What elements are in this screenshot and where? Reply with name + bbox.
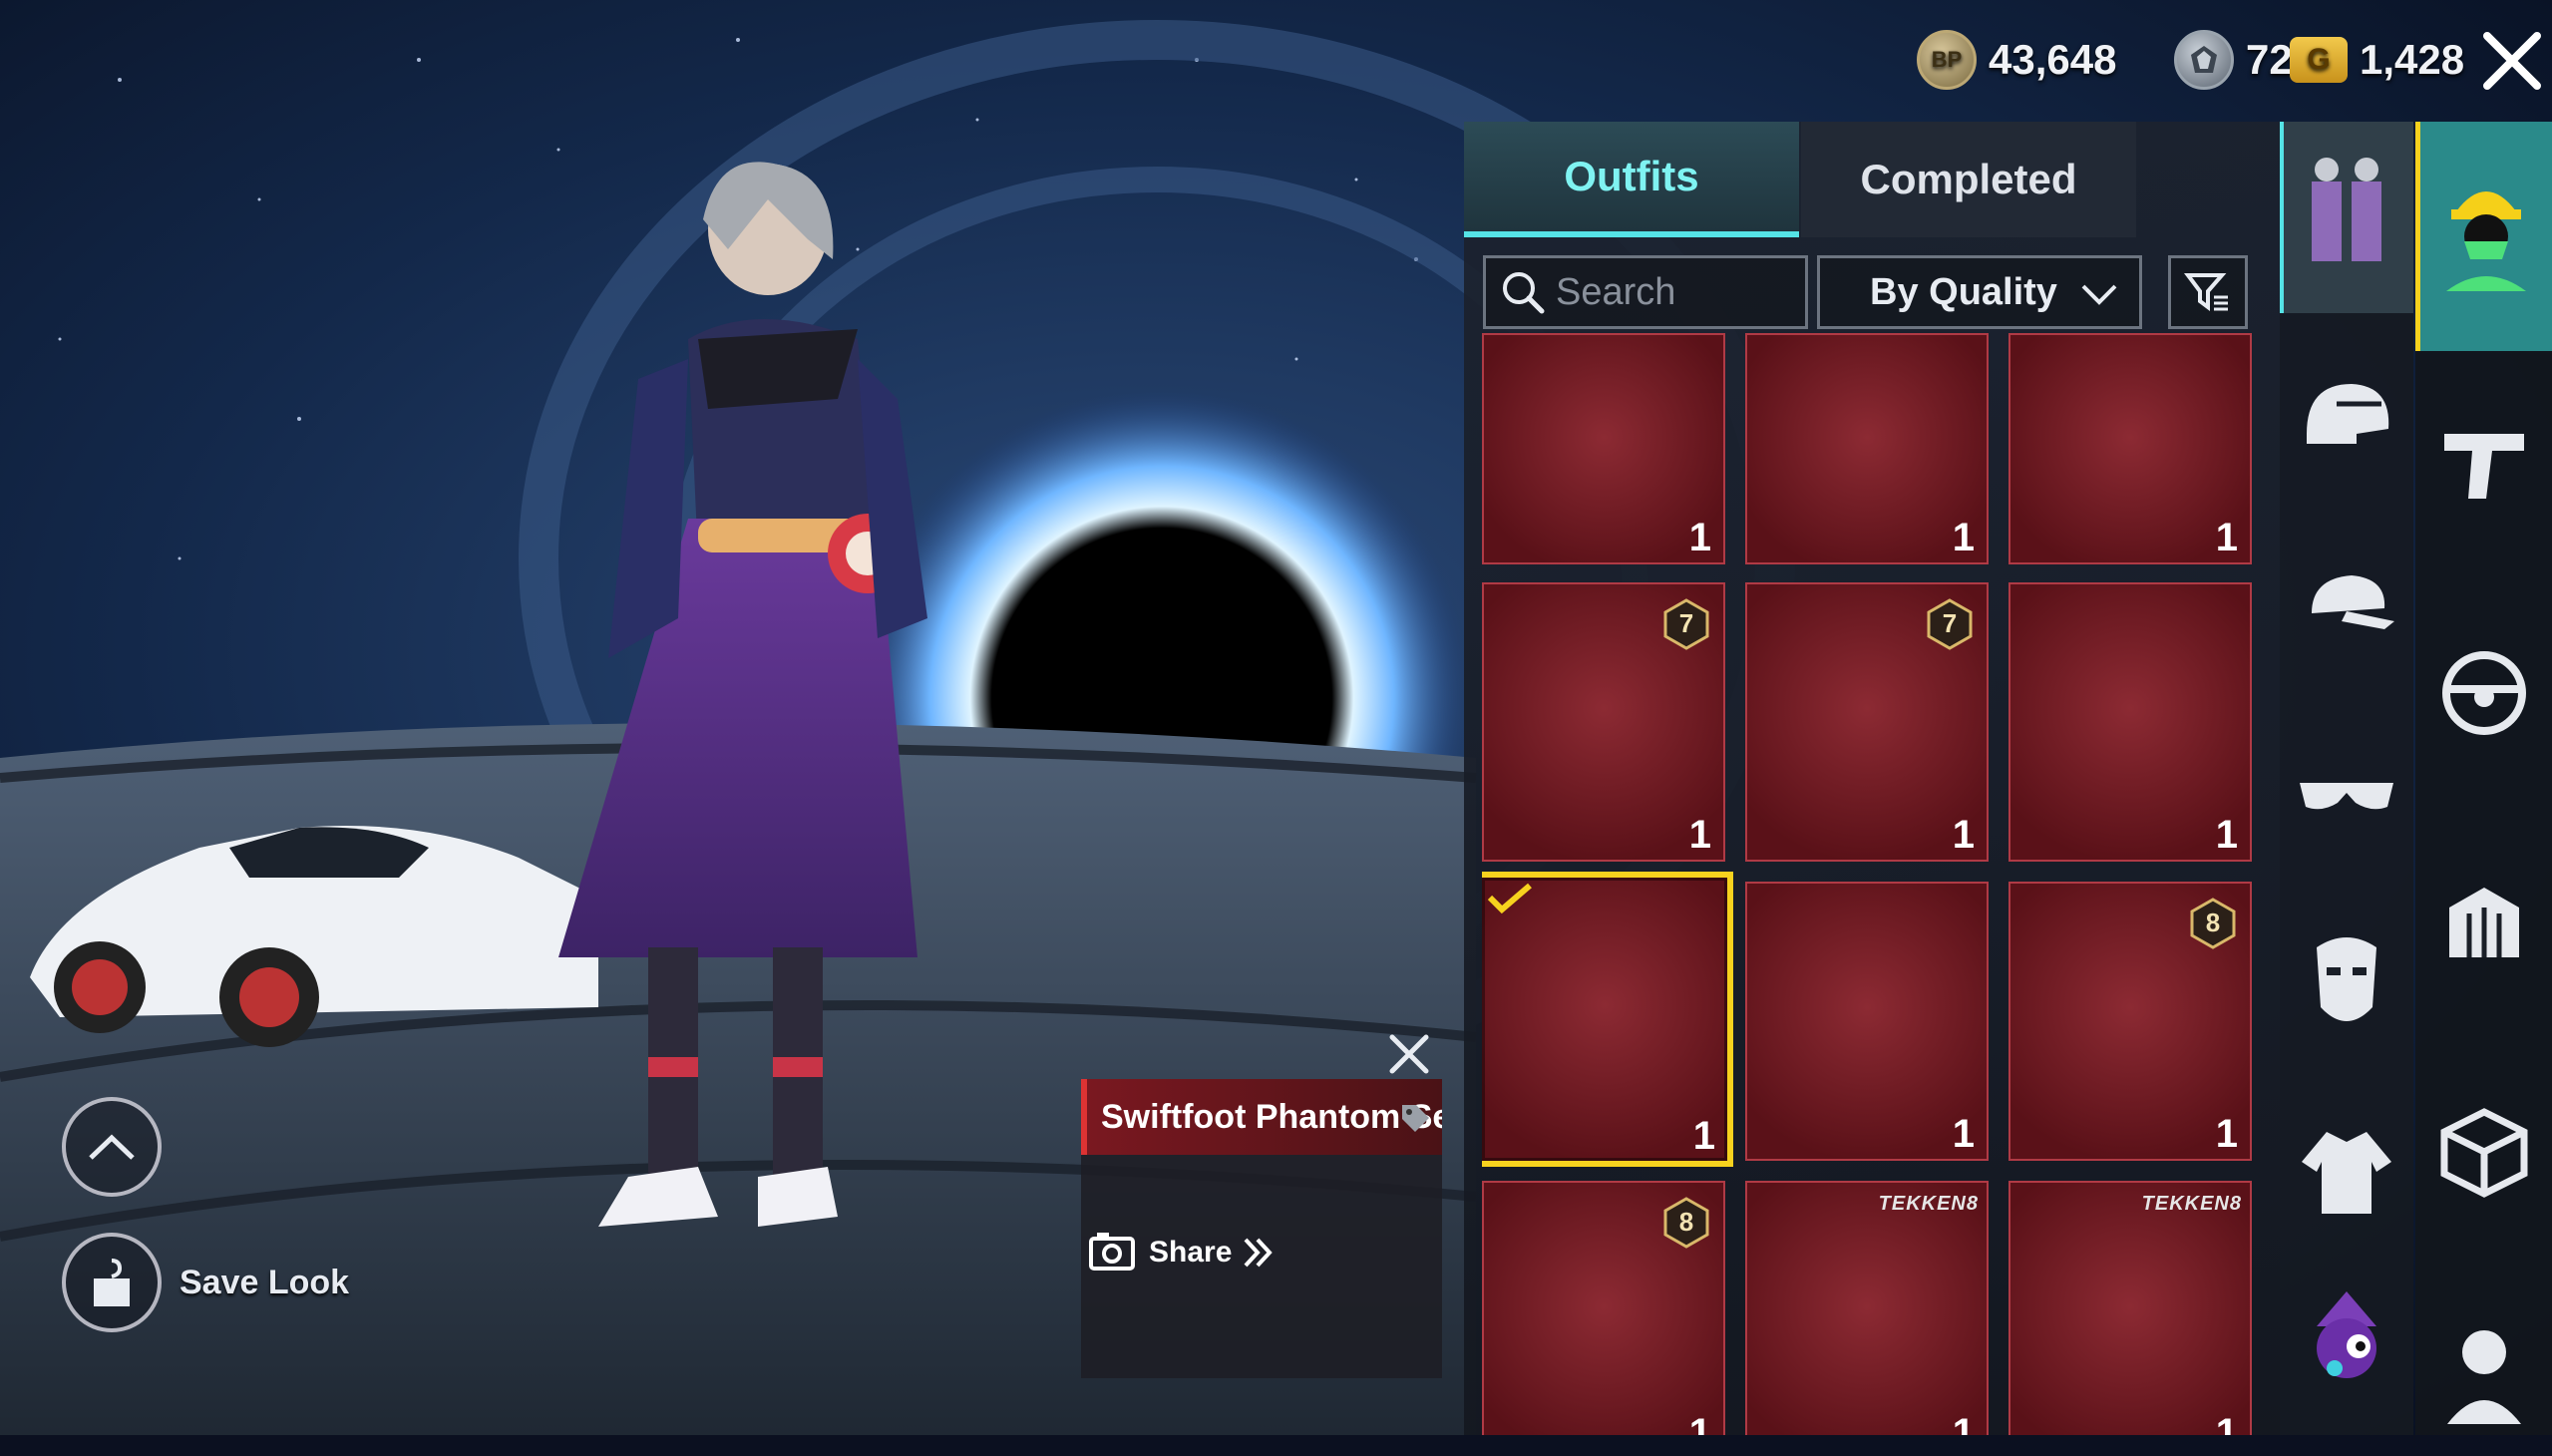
outfit-card[interactable]: TEKKEN8 1: [2008, 1181, 2252, 1435]
share-button[interactable]: Share: [1087, 1225, 1276, 1280]
quantity-label: 1: [1952, 1411, 1975, 1435]
helmet-icon: [2307, 384, 2389, 444]
outfit-card[interactable]: 1: [1745, 333, 1989, 564]
bp-amount: 43,648: [1989, 36, 2117, 83]
bp-currency: BP 43,648: [1917, 28, 2116, 92]
share-label: Share: [1149, 1236, 1233, 1269]
steering-wheel-icon: [2442, 651, 2526, 735]
close-icon[interactable]: [2477, 26, 2547, 96]
filter-icon: [2184, 269, 2232, 315]
quantity-label: 1: [1692, 1114, 1715, 1158]
quantity-label: 1: [1688, 813, 1711, 857]
outfit-card[interactable]: 8 1: [2008, 882, 2252, 1161]
brand-logo: TEKKEN8: [1878, 1193, 1979, 1215]
expand-up-button[interactable]: [62, 1097, 162, 1197]
level-badge: 8: [1663, 1197, 1709, 1249]
category-mask[interactable]: [2280, 898, 2413, 1067]
g-currency: G 1,428: [2290, 28, 2464, 92]
level-badge: 7: [1663, 598, 1709, 650]
backpack-icon: [2449, 888, 2519, 957]
outfit-card[interactable]: 1: [1745, 882, 1989, 1161]
avatar-icon: [2447, 1330, 2521, 1424]
outfit-card[interactable]: 1: [2008, 582, 2252, 862]
quantity-label: 1: [2215, 813, 2238, 857]
category-glasses[interactable]: [2280, 708, 2413, 878]
search-icon: [1500, 269, 1546, 315]
jacket-icon: [2302, 1132, 2391, 1214]
tab-completed[interactable]: Completed: [1801, 122, 2136, 237]
brand-logo: TEKKEN8: [2141, 1193, 2242, 1215]
glasses-icon: [2300, 783, 2393, 810]
outfit-card[interactable]: TEKKEN8 1: [1745, 1181, 1989, 1435]
quantity-label: 1: [2215, 1112, 2238, 1156]
search-box[interactable]: [1483, 255, 1808, 329]
category-avatar[interactable]: [2417, 1286, 2551, 1456]
g-amount: 1,428: [2360, 36, 2465, 83]
search-input[interactable]: [1554, 269, 1777, 315]
quantity-label: 1: [1688, 516, 1711, 559]
ag-currency: 72: [2174, 28, 2293, 92]
hanger-icon: [62, 1233, 162, 1332]
outfit-card[interactable]: 1: [2008, 333, 2252, 564]
double-chevron-right-icon: [1242, 1236, 1276, 1270]
level-badge: 8: [2190, 898, 2236, 949]
emote-companion-icon: [2317, 1291, 2376, 1378]
bp-coin-icon: BP: [1917, 30, 1977, 90]
gun-icon: [2444, 434, 2524, 499]
save-look-button[interactable]: Save Look: [62, 1233, 349, 1332]
outfit-card-selected[interactable]: 1: [1482, 872, 1733, 1167]
chevron-up-icon: [89, 1134, 135, 1160]
sort-selected-label: By Quality: [1870, 270, 2057, 313]
category-character-active[interactable]: [2415, 122, 2552, 351]
category-companion[interactable]: [2280, 1257, 2413, 1426]
category-top[interactable]: [2280, 1087, 2413, 1257]
ag-amount: 72: [2246, 36, 2293, 83]
category-set-active[interactable]: [2280, 122, 2413, 313]
outfit-card[interactable]: 7 1: [1482, 582, 1725, 862]
category-hat[interactable]: [2280, 519, 2413, 688]
tag-icon[interactable]: [1398, 1101, 1432, 1135]
item-name: Swiftfoot Phantom Se: [1081, 1079, 1442, 1155]
ag-coin-icon: [2174, 30, 2234, 90]
category-vehicle[interactable]: [2417, 608, 2551, 778]
outfit-grid: 1 1 1 7 1 7 1 1 1 1 8 1 8 1 TEKKEN8 1 TE…: [1482, 333, 2256, 1435]
category-weapon[interactable]: [2417, 379, 2551, 548]
category-backpack[interactable]: [2417, 838, 2551, 1007]
outfit-card[interactable]: 8 1: [1482, 1181, 1725, 1435]
quantity-label: 1: [2215, 516, 2238, 559]
character-icon: [2446, 191, 2526, 291]
cap-icon: [2312, 575, 2394, 629]
level-badge: 7: [1927, 598, 1973, 650]
category-crate[interactable]: [2417, 1067, 2551, 1237]
quantity-label: 1: [2215, 1411, 2238, 1435]
g-coin-icon: G: [2290, 37, 2348, 83]
share-icon: [1087, 1231, 1139, 1274]
sort-dropdown[interactable]: By Quality: [1817, 255, 2142, 329]
mask-icon: [2317, 937, 2376, 1021]
crate-icon: [2440, 1108, 2528, 1198]
quantity-label: 1: [1952, 516, 1975, 559]
category-helmet[interactable]: [2280, 329, 2413, 499]
outfit-card[interactable]: 1: [1482, 333, 1725, 564]
popup-close-icon[interactable]: [1384, 1029, 1434, 1079]
quantity-label: 1: [1952, 1112, 1975, 1156]
chevron-down-icon: [2079, 276, 2119, 312]
tab-outfits[interactable]: Outfits: [1464, 122, 1799, 237]
outfit-card[interactable]: 7 1: [1745, 582, 1989, 862]
save-look-label: Save Look: [180, 1263, 350, 1301]
checkmark-icon: [1487, 883, 1532, 914]
filter-button[interactable]: [2168, 255, 2248, 329]
quantity-label: 1: [1688, 1411, 1711, 1435]
set-icon: [2312, 158, 2381, 261]
quantity-label: 1: [1952, 813, 1975, 857]
